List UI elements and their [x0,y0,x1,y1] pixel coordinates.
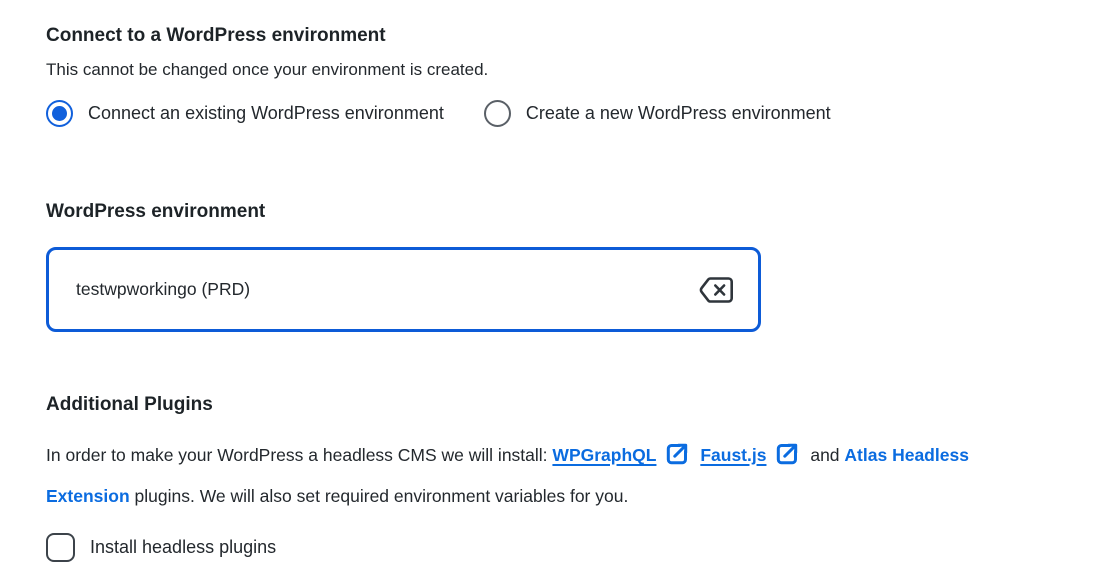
radio-option-connect-existing[interactable]: Connect an existing WordPress environmen… [46,100,444,127]
environment-choice-radio-group: Connect an existing WordPress environmen… [46,100,1068,127]
faustjs-link[interactable]: Faust.js [700,445,766,465]
radio-selected-icon[interactable] [46,100,73,127]
plugins-description: In order to make your WordPress a headle… [46,438,1046,514]
environment-field-label: WordPress environment [46,201,266,222]
install-headless-plugins-label: Install headless plugins [90,537,277,557]
plugins-description-outro: plugins. We will also set required envir… [134,486,629,506]
plugins-description-intro: In order to make your WordPress a headle… [46,445,548,465]
connect-wordpress-form: Connect to a WordPress environment This … [0,0,1114,562]
backspace-clear-icon [699,276,733,303]
radio-unselected-icon[interactable] [483,100,511,127]
radio-label-create-new: Create a new WordPress environment [525,103,831,123]
install-headless-plugins-option[interactable]: Install headless plugins [46,533,1068,562]
radio-label-connect-existing: Connect an existing WordPress environmen… [88,103,444,123]
external-link-icon[interactable] [774,441,800,479]
additional-plugins-title: Additional Plugins [46,394,213,415]
checkbox-unchecked-icon[interactable] [46,533,75,562]
page-subtitle: This cannot be changed once your environ… [46,60,489,79]
page-title: Connect to a WordPress environment [46,25,386,46]
external-link-icon[interactable] [664,441,690,479]
wpgraphql-link[interactable]: WPGraphQL [552,445,656,465]
clear-selection-button[interactable] [696,274,736,306]
plugins-description-conjunction: and [810,445,840,465]
environment-selected-value: testwpworkingo (PRD) [76,279,251,299]
wordpress-environment-select[interactable]: testwpworkingo (PRD) [46,247,761,332]
radio-option-create-new[interactable]: Create a new WordPress environment [483,100,831,127]
